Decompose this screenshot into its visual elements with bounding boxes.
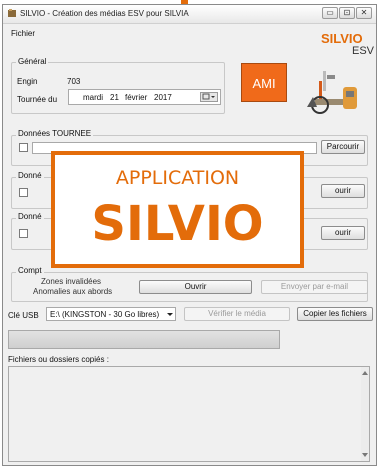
scroll-up-icon[interactable] (361, 369, 369, 377)
menu-fichier[interactable]: Fichier (11, 29, 35, 38)
overlay-line2: SILVIO (91, 196, 264, 252)
data-group-3-legend: Donné (16, 212, 44, 221)
data-group-2-browse-button[interactable]: ourir (321, 184, 365, 198)
copy-files-button[interactable]: Copier les fichiers (297, 307, 373, 321)
equipment-illustration-icon (305, 67, 363, 115)
data-group-3-browse-button[interactable]: ourir (321, 226, 365, 240)
tournee-legend: Données TOURNEE (16, 129, 94, 138)
app-icon (7, 8, 17, 18)
minimize-button[interactable]: ▭ (322, 7, 338, 19)
date-picker[interactable]: mardi 21 février 2017 (68, 89, 221, 105)
data-group-2-legend: Donné (16, 171, 44, 180)
ami-button[interactable]: AMI (241, 63, 287, 102)
list-scrollbar[interactable] (361, 367, 369, 461)
compte-line1: Zones invalidées (41, 277, 102, 286)
calendar-dropdown-icon[interactable] (200, 92, 218, 102)
usb-drive-select[interactable]: E:\ (KINGSTON - 30 Go libres) (46, 307, 176, 321)
scroll-down-icon[interactable] (361, 451, 369, 459)
title-bar: SILVIO - Création des médias ESV pour SI… (3, 5, 376, 24)
data-group-3-checkbox[interactable] (19, 229, 28, 238)
engin-value: 703 (67, 77, 81, 86)
ami-label: AMI (252, 76, 276, 91)
brand-name: SILVIO (321, 31, 363, 46)
dropdown-arrow-icon (165, 309, 175, 319)
date-num: 21 (110, 93, 119, 102)
verify-media-button[interactable]: Vérifier le média (184, 307, 290, 321)
date-day: mardi (83, 93, 104, 102)
general-legend: Général (16, 57, 49, 66)
compte-line2: Anomalies aux abords (33, 287, 113, 296)
tournee-label: Tournée du (17, 95, 58, 104)
copied-files-list[interactable] (8, 366, 370, 462)
overlay-line1: APPLICATION (115, 167, 240, 189)
general-group (11, 62, 225, 114)
tournee-checkbox[interactable] (19, 143, 28, 152)
open-button[interactable]: Ouvrir (139, 280, 252, 294)
usb-drive-value: E:\ (KINGSTON - 30 Go libres) (50, 310, 160, 319)
data-group-2-checkbox[interactable] (19, 188, 28, 197)
compte-legend: Compt (16, 266, 44, 275)
date-month: février (125, 93, 148, 102)
window-title: SILVIO - Création des médias ESV pour SI… (20, 9, 189, 18)
date-year: 2017 (154, 93, 172, 102)
application-overlay: APPLICATION SILVIO (51, 151, 304, 268)
engin-label: Engin (17, 77, 38, 86)
copy-progress-bar (8, 330, 280, 349)
close-button[interactable]: ✕ (356, 7, 372, 19)
tournee-browse-button[interactable]: Parcourir (321, 140, 365, 154)
copied-label: Fichiers ou dossiers copiés : (8, 355, 109, 364)
usb-label: Clé USB (8, 311, 39, 320)
maximize-button[interactable]: ⊡ (339, 7, 355, 19)
brand-sub: ESV (352, 45, 375, 57)
send-email-button[interactable]: Envoyer par e-mail (261, 280, 368, 294)
